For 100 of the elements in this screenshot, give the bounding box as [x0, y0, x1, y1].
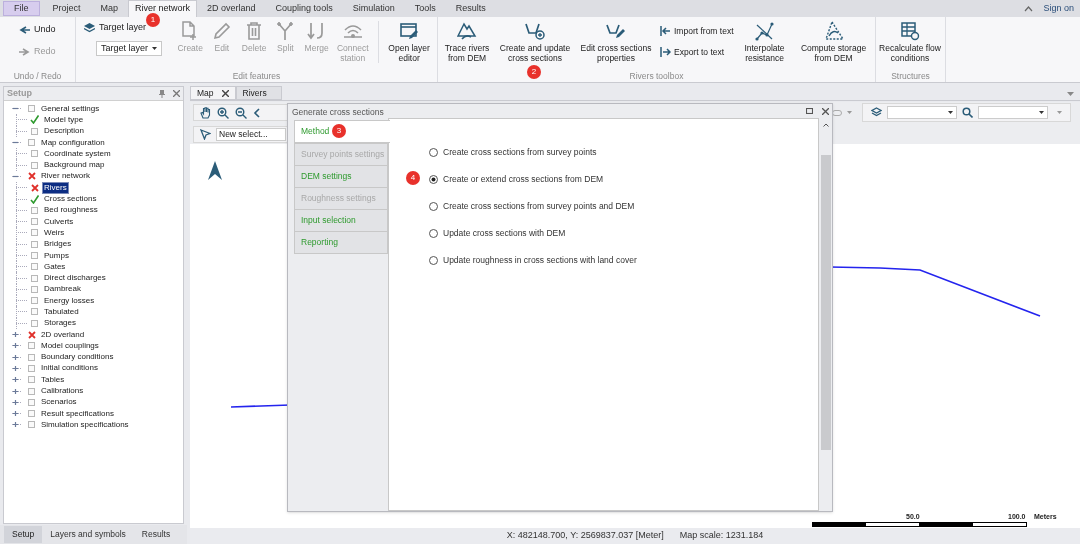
close-icon [173, 90, 180, 97]
map-scale-text: Map scale: 1231.184 [679, 529, 764, 543]
ribbon-tab[interactable]: Results [445, 0, 496, 17]
tree-item[interactable]: Coordinate system [43, 148, 112, 159]
tree-item[interactable]: Tabulated [43, 307, 80, 317]
ribbon-button[interactable]: Edit cross sections properties [576, 21, 656, 63]
ribbon-tab[interactable]: Tools [404, 0, 446, 17]
document-tab[interactable]: Map [190, 86, 236, 100]
sign-on-link[interactable]: Sign on [1043, 2, 1074, 16]
tree-item[interactable]: Bridges [43, 239, 73, 250]
redo-arrow-icon [18, 45, 31, 57]
scroll-up-icon [823, 123, 829, 127]
dropdown-arrow-icon [948, 111, 953, 114]
close-icon [221, 89, 229, 97]
zoom-in-icon [217, 106, 229, 119]
tree-item[interactable]: Map configuration [40, 137, 106, 148]
tree-item[interactable]: Rivers [43, 182, 68, 193]
undo-button[interactable]: Undo [18, 23, 56, 37]
radio-button[interactable] [429, 256, 438, 265]
file-menu-button[interactable]: File [3, 1, 40, 16]
storage-icon [823, 21, 844, 41]
tree-item[interactable]: Cross sections [43, 194, 98, 204]
panel-tab[interactable]: Layers and symbols [42, 526, 134, 543]
coordinates-text: X: 482148.700, Y: 2569837.037 [Meter] [506, 529, 664, 543]
tree-item[interactable]: Background map [43, 160, 106, 171]
ribbon-button[interactable]: Trace rivers from DEM [440, 21, 494, 63]
tree-item[interactable]: Initial conditions [40, 363, 99, 374]
layers-icon [871, 107, 882, 118]
ribbon-button[interactable]: Import from text [660, 25, 734, 38]
ribbon-button[interactable]: Recalculate flow conditions [876, 21, 944, 63]
search-icon [962, 107, 973, 118]
tree-item[interactable]: Storages [43, 318, 78, 329]
radio-option[interactable]: Create cross sections from survey points [429, 145, 637, 160]
tree-item[interactable]: Scenarios [40, 397, 78, 408]
group-label: Structures [891, 70, 930, 82]
tree-item[interactable]: Simulation specifications [40, 419, 130, 430]
ribbon-tab[interactable]: Map [90, 0, 129, 17]
scrollbar-thumb[interactable] [821, 155, 831, 450]
document-tab[interactable]: Rivers [235, 86, 282, 100]
tree-item[interactable]: Model type [43, 114, 85, 125]
tree-item[interactable]: Gates [43, 261, 67, 272]
ribbon-tab[interactable]: River network [128, 0, 198, 17]
radio-button[interactable] [429, 175, 438, 184]
dialog-title: Generate cross sections [292, 106, 384, 119]
ribbon-button[interactable]: Compute storage from DEM [795, 21, 872, 63]
tree-item[interactable]: River network [40, 171, 91, 182]
tree-item[interactable]: Dambreak [43, 284, 82, 295]
selection-select[interactable]: New select... [216, 128, 286, 141]
ribbon-tab[interactable]: 2D overland [197, 0, 266, 17]
dropdown-arrow-icon [1057, 111, 1062, 114]
tree-item[interactable]: Result specifications [40, 408, 115, 419]
tree-item[interactable]: 2D overland [40, 329, 86, 340]
ribbon-tab[interactable]: Project [42, 0, 91, 17]
tree-item[interactable]: Description [43, 126, 85, 137]
hand-icon [200, 106, 211, 119]
close-icon [822, 108, 829, 115]
tree-item[interactable]: Model couplings [40, 340, 100, 351]
tree-item[interactable]: Tables [40, 374, 66, 385]
dropdown-arrow-icon [847, 111, 852, 114]
tree-item[interactable]: Bed roughness [43, 205, 99, 216]
undo-arrow-icon [18, 24, 31, 36]
group-label: Rivers toolbox [629, 70, 684, 82]
target-layer-select[interactable]: Target layer [96, 41, 162, 56]
ribbon-button[interactable]: Create and update cross sections [494, 21, 576, 63]
tree-item[interactable]: Culverts [43, 216, 75, 227]
layers-icon [84, 23, 95, 33]
collapse-icon [1024, 5, 1034, 13]
radio-option[interactable]: Update roughness in cross sections with land cover [429, 253, 637, 268]
dropdown-arrow-icon [1039, 111, 1044, 114]
mountain-icon [457, 21, 477, 41]
group-label: Edit features [232, 70, 281, 82]
export-arrow-icon [660, 47, 671, 58]
zoom-out-icon [235, 106, 247, 119]
network-icon [754, 21, 775, 41]
tree-item[interactable]: Direct discharges [43, 273, 107, 284]
ribbon-tab[interactable]: Simulation [342, 0, 405, 17]
toggle-icon [832, 109, 842, 116]
radio-option[interactable]: Create cross sections from survey points and DEM [429, 199, 637, 214]
panel-title: Setup [7, 86, 32, 100]
ribbon-button[interactable]: Interpolate resistance [741, 21, 788, 63]
ribbon-button[interactable]: Export to text [660, 45, 734, 59]
import-arrow-icon [660, 26, 671, 37]
radio-button[interactable] [429, 202, 438, 211]
panel-tab[interactable]: Results [133, 526, 179, 543]
radio-option[interactable]: Create or extend cross sections from DEM [429, 172, 637, 187]
tree-item[interactable]: General settings [40, 103, 101, 114]
window-pencil-icon [399, 21, 420, 41]
tree-item[interactable]: Boundary conditions [40, 352, 115, 363]
tree-item[interactable]: Pumps [43, 250, 70, 261]
tree-item[interactable]: Weirs [43, 227, 66, 238]
fork-icon [275, 21, 296, 41]
panel-tab[interactable]: Setup [4, 526, 43, 543]
tree-item[interactable]: Energy losses [43, 295, 96, 306]
ribbon-button[interactable]: Open layer editor [378, 21, 437, 63]
ribbon-tab[interactable]: Coupling tools [265, 0, 343, 17]
tree-item[interactable]: Calibrations [40, 386, 85, 397]
section-plus-icon [525, 21, 545, 41]
radio-button[interactable] [429, 229, 438, 238]
radio-option[interactable]: Update cross sections with DEM [429, 226, 637, 241]
radio-button[interactable] [429, 148, 438, 157]
